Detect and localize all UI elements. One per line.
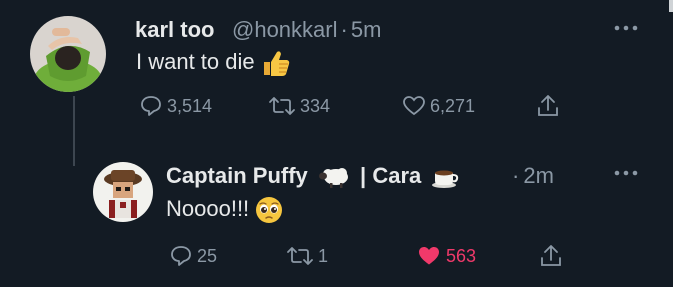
name-suffix: | Cara <box>360 163 422 188</box>
more-icon[interactable] <box>613 23 639 33</box>
reply-button[interactable]: 25 <box>169 243 217 269</box>
display-name-text: Captain Puffy <box>166 163 308 188</box>
avatar[interactable] <box>93 162 153 222</box>
display-name[interactable]: Captain Puffy | Cara <box>166 163 459 189</box>
timestamp[interactable]: 2m <box>523 163 554 188</box>
share-button[interactable] <box>539 243 563 269</box>
reply-count: 3,514 <box>167 95 213 116</box>
reply-count: 25 <box>197 245 218 266</box>
like-icon <box>403 96 425 116</box>
like-count: 6,271 <box>430 95 476 116</box>
retweet-button[interactable]: 334 <box>268 93 330 119</box>
tweet-text: I want to die <box>136 49 291 77</box>
separator-dot: · <box>340 17 348 42</box>
display-name[interactable]: karl too <box>135 17 214 43</box>
avatar-image <box>93 162 153 222</box>
handle[interactable]: @honkkarl <box>232 17 338 42</box>
tweet-thread: karl too @honkkarl · 5m I want to die 3,51… <box>0 0 673 287</box>
coffee-emoji <box>432 170 459 189</box>
tweet-meta: @honkkarl · 5m <box>232 17 381 43</box>
thumbs-up-emoji <box>263 51 289 77</box>
tweet-text: Noooo!!! <box>166 196 283 224</box>
like-button[interactable]: 6,271 <box>402 93 475 119</box>
thread-connector-line <box>73 96 75 166</box>
share-icon <box>538 95 558 116</box>
timestamp[interactable]: 5m <box>351 17 382 42</box>
retweet-count: 1 <box>318 245 329 266</box>
reply-button[interactable]: 3,514 <box>139 93 212 119</box>
like-button[interactable]: 563 <box>416 243 476 269</box>
reply-icon <box>141 96 161 116</box>
retweet-count: 334 <box>300 95 331 116</box>
tweet-meta: · 2m <box>512 163 554 189</box>
separator-dot: · <box>512 163 520 188</box>
tweet-text-content: Noooo!!! <box>166 196 250 221</box>
avatar[interactable] <box>30 16 106 92</box>
retweet-button[interactable]: 1 <box>286 243 328 269</box>
share-button[interactable] <box>536 93 560 119</box>
avatar-image <box>30 16 106 92</box>
reply-icon <box>171 246 191 266</box>
like-icon <box>419 247 439 265</box>
more-icon[interactable] <box>613 168 639 178</box>
scroll-indicator[interactable] <box>669 0 673 12</box>
retweet-icon <box>287 247 313 265</box>
share-icon <box>541 245 561 266</box>
sheep-emoji <box>318 168 348 189</box>
pleading-face-emoji <box>256 197 283 224</box>
retweet-icon <box>269 97 295 115</box>
like-count: 563 <box>446 245 477 266</box>
tweet-text-content: I want to die <box>136 49 255 74</box>
